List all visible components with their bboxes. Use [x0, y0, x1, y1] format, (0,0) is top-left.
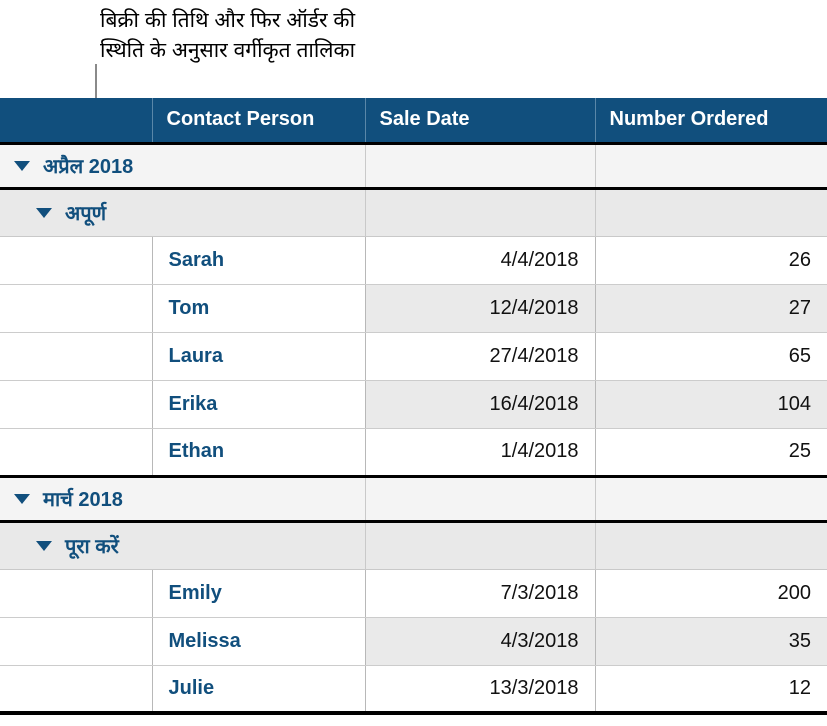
- table-row[interactable]: Laura 27/4/2018 65: [0, 332, 827, 381]
- group-label: मार्च 2018: [0, 485, 365, 512]
- group-row-empty-cell: [365, 476, 596, 523]
- cell-sale-date[interactable]: 16/4/2018: [365, 380, 596, 429]
- column-header-handle[interactable]: [0, 98, 153, 145]
- triangle-down-icon[interactable]: [14, 493, 30, 504]
- table-header: Contact Person Sale Date Number Ordered: [0, 98, 827, 145]
- row-handle-cell[interactable]: [0, 284, 153, 333]
- group-row-label-cell[interactable]: मार्च 2018: [0, 476, 366, 523]
- row-handle-cell[interactable]: [0, 236, 153, 285]
- group-row-empty-cell: [595, 476, 827, 523]
- callout-annotation: बिक्री की तिथि और फिर ऑर्डर की स्थिति के…: [100, 9, 356, 62]
- subgroup-row[interactable]: पूरा करें: [0, 521, 827, 570]
- cell-contact-person[interactable]: Emily: [152, 569, 366, 618]
- cell-sale-date[interactable]: 27/4/2018: [365, 332, 596, 381]
- cell-sale-date[interactable]: 7/3/2018: [365, 569, 596, 618]
- cell-number-ordered[interactable]: 25: [595, 428, 827, 478]
- table-row[interactable]: Julie 13/3/2018 12: [0, 665, 827, 715]
- table-row[interactable]: Erika 16/4/2018 104: [0, 380, 827, 429]
- cell-contact-person[interactable]: Melissa: [152, 617, 366, 666]
- group-label: अप्रैल 2018: [0, 152, 365, 179]
- cell-sale-date[interactable]: 4/3/2018: [365, 617, 596, 666]
- column-header-contact-person[interactable]: Contact Person: [152, 98, 366, 145]
- table-row[interactable]: Sarah 4/4/2018 26: [0, 236, 827, 285]
- table-row[interactable]: Emily 7/3/2018 200: [0, 569, 827, 618]
- cell-contact-person[interactable]: Ethan: [152, 428, 366, 478]
- cell-number-ordered[interactable]: 26: [595, 236, 827, 285]
- table-row[interactable]: Melissa 4/3/2018 35: [0, 617, 827, 666]
- row-handle-cell[interactable]: [0, 665, 153, 715]
- grouped-table: Contact Person Sale Date Number Ordered …: [0, 98, 827, 715]
- row-handle-cell[interactable]: [0, 332, 153, 381]
- subgroup-label-text: अपूर्ण: [65, 203, 107, 225]
- table-row[interactable]: Tom 12/4/2018 27: [0, 284, 827, 333]
- group-row-empty-cell: [365, 188, 596, 237]
- cell-number-ordered[interactable]: 104: [595, 380, 827, 429]
- group-row-label-cell[interactable]: अप्रैल 2018: [0, 143, 366, 190]
- cell-contact-person[interactable]: Erika: [152, 380, 366, 429]
- group-row-empty-cell: [595, 188, 827, 237]
- group-row[interactable]: मार्च 2018: [0, 476, 827, 523]
- cell-contact-person[interactable]: Sarah: [152, 236, 366, 285]
- cell-number-ordered[interactable]: 27: [595, 284, 827, 333]
- row-handle-cell[interactable]: [0, 428, 153, 478]
- cell-number-ordered[interactable]: 65: [595, 332, 827, 381]
- subgroup-label-text: पूरा करें: [65, 536, 119, 558]
- table-body: अप्रैल 2018 अपूर्ण Sarah 4/4/2018 26 Tom 12/4/…: [0, 143, 827, 715]
- cell-contact-person[interactable]: Laura: [152, 332, 366, 381]
- column-header-sale-date[interactable]: Sale Date: [365, 98, 596, 145]
- cell-sale-date[interactable]: 12/4/2018: [365, 284, 596, 333]
- triangle-down-icon[interactable]: [36, 540, 52, 551]
- cell-sale-date[interactable]: 13/3/2018: [365, 665, 596, 715]
- column-header-number-ordered[interactable]: Number Ordered: [595, 98, 827, 145]
- group-label-text: मार्च 2018: [43, 489, 123, 511]
- subgroup-row-label-cell[interactable]: पूरा करें: [0, 521, 366, 570]
- subgroup-row[interactable]: अपूर्ण: [0, 188, 827, 237]
- row-handle-cell[interactable]: [0, 569, 153, 618]
- cell-number-ordered[interactable]: 12: [595, 665, 827, 715]
- subgroup-row-label-cell[interactable]: अपूर्ण: [0, 188, 366, 237]
- row-handle-cell[interactable]: [0, 617, 153, 666]
- subgroup-label: अपूर्ण: [0, 199, 365, 226]
- row-handle-cell[interactable]: [0, 380, 153, 429]
- group-row-empty-cell: [595, 143, 827, 190]
- cell-sale-date[interactable]: 4/4/2018: [365, 236, 596, 285]
- grouped-table-container: Contact Person Sale Date Number Ordered …: [0, 98, 827, 715]
- cell-contact-person[interactable]: Julie: [152, 665, 366, 715]
- group-row[interactable]: अप्रैल 2018: [0, 143, 827, 190]
- cell-contact-person[interactable]: Tom: [152, 284, 366, 333]
- triangle-down-icon[interactable]: [36, 207, 52, 218]
- group-row-empty-cell: [365, 521, 596, 570]
- subgroup-label: पूरा करें: [0, 532, 365, 559]
- group-label-text: अप्रैल 2018: [43, 156, 134, 178]
- group-row-empty-cell: [595, 521, 827, 570]
- cell-number-ordered[interactable]: 35: [595, 617, 827, 666]
- group-row-empty-cell: [365, 143, 596, 190]
- header-row: Contact Person Sale Date Number Ordered: [0, 98, 827, 145]
- cell-sale-date[interactable]: 1/4/2018: [365, 428, 596, 478]
- table-row[interactable]: Ethan 1/4/2018 25: [0, 428, 827, 478]
- cell-number-ordered[interactable]: 200: [595, 569, 827, 618]
- triangle-down-icon[interactable]: [14, 160, 30, 171]
